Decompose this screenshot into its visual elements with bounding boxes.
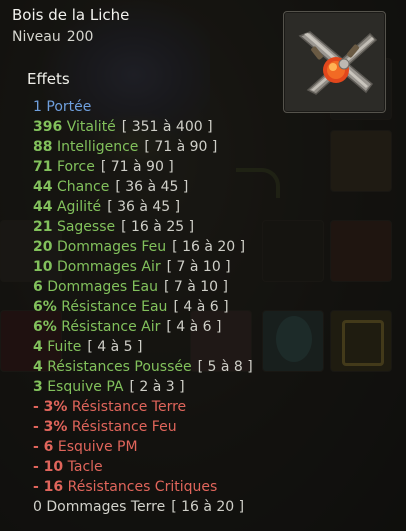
effect-value: 3 bbox=[33, 379, 43, 395]
effect-value: 6% bbox=[33, 299, 57, 315]
effect-label: Résistances Poussée bbox=[47, 359, 192, 375]
effect-label: Agilité bbox=[56, 199, 102, 215]
effect-range: [ 351 à 400 ] bbox=[121, 119, 213, 135]
effect-row: 44 Chance [ 36 à 45 ] bbox=[33, 177, 253, 197]
effect-label: Dommages Eau bbox=[47, 279, 158, 295]
effect-range: [ 4 à 6 ] bbox=[166, 319, 222, 335]
effect-label: Résistance Feu bbox=[71, 419, 177, 435]
item-level: Niveau 200 bbox=[12, 29, 93, 45]
effect-range: [ 2 à 3 ] bbox=[129, 379, 185, 395]
effect-range: [ 16 à 20 ] bbox=[172, 239, 246, 255]
item-image bbox=[283, 11, 386, 113]
effect-value: 6% bbox=[33, 319, 57, 335]
effects-list: 1 Portée 396 Vitalité [ 351 à 400 ] 88 Inte… bbox=[33, 97, 253, 517]
effect-row: 3 Esquive PA [ 2 à 3 ] bbox=[33, 377, 253, 397]
effect-value: 4 bbox=[33, 339, 43, 355]
effect-label: Sagesse bbox=[56, 219, 116, 235]
effect-row: - 10 Tacle bbox=[33, 457, 253, 477]
effect-value: 71 bbox=[33, 159, 53, 175]
effect-row: 0 Dommages Terre [ 16 à 20 ] bbox=[33, 497, 253, 517]
effect-value: 44 bbox=[33, 199, 53, 215]
effect-range: [ 16 à 25 ] bbox=[121, 219, 195, 235]
effect-value: - 6 bbox=[33, 439, 54, 455]
effect-range: [ 71 à 90 ] bbox=[144, 139, 218, 155]
effect-row: - 3% Résistance Feu bbox=[33, 417, 253, 437]
item-tooltip-scene: Bois de la Liche Niveau 200 Effets 1 Por… bbox=[0, 0, 406, 531]
effect-label: Dommages Feu bbox=[56, 239, 167, 255]
effect-label: Dommages Terre bbox=[46, 499, 166, 515]
effect-row: 6% Résistance Air [ 4 à 6 ] bbox=[33, 317, 253, 337]
effect-row: 4 Fuite [ 4 à 5 ] bbox=[33, 337, 253, 357]
effect-label: Dommages Air bbox=[56, 259, 161, 275]
effect-label: Résistance Air bbox=[61, 319, 161, 335]
effect-row: 396 Vitalité [ 351 à 400 ] bbox=[33, 117, 253, 137]
effect-value: 396 bbox=[33, 119, 63, 135]
effect-label: Résistance Terre bbox=[71, 399, 187, 415]
effect-value: 88 bbox=[33, 139, 53, 155]
item-level-label: Niveau bbox=[12, 29, 61, 45]
effect-row: 21 Sagesse [ 16 à 25 ] bbox=[33, 217, 253, 237]
effect-range: [ 71 à 90 ] bbox=[100, 159, 174, 175]
effect-label: Esquive PM bbox=[57, 439, 138, 455]
effect-row: 6% Résistance Eau [ 4 à 6 ] bbox=[33, 297, 253, 317]
crossed-wooden-blade-with-fire-orb-icon bbox=[298, 31, 378, 95]
effect-row: 20 Dommages Feu [ 16 à 20 ] bbox=[33, 237, 253, 257]
effect-label: Fuite bbox=[47, 339, 82, 355]
effect-range: [ 5 à 8 ] bbox=[197, 359, 253, 375]
effect-value: 4 bbox=[33, 359, 43, 375]
effect-row: 44 Agilité [ 36 à 45 ] bbox=[33, 197, 253, 217]
effect-value: 10 bbox=[33, 259, 53, 275]
effect-range: [ 36 à 45 ] bbox=[115, 179, 189, 195]
effect-row: 4 Résistances Poussée [ 5 à 8 ] bbox=[33, 357, 253, 377]
effect-range: [ 7 à 10 ] bbox=[166, 259, 231, 275]
effect-row: - 16 Résistances Critiques bbox=[33, 477, 253, 497]
effect-label: Portée bbox=[46, 99, 92, 115]
item-name: Bois de la Liche bbox=[12, 6, 130, 24]
item-tooltip: Bois de la Liche Niveau 200 Effets 1 Por… bbox=[0, 0, 406, 531]
effect-value: - 3% bbox=[33, 419, 68, 435]
effect-row: 71 Force [ 71 à 90 ] bbox=[33, 157, 253, 177]
effect-value: 0 bbox=[33, 499, 42, 515]
effect-value: 44 bbox=[33, 179, 53, 195]
effect-range: [ 4 à 5 ] bbox=[87, 339, 143, 355]
effect-row: 10 Dommages Air [ 7 à 10 ] bbox=[33, 257, 253, 277]
effect-label: Résistance Eau bbox=[61, 299, 168, 315]
effect-value: 6 bbox=[33, 279, 43, 295]
effect-range: [ 16 à 20 ] bbox=[171, 499, 245, 515]
effect-label: Esquive PA bbox=[47, 379, 124, 395]
effect-label: Résistances Critiques bbox=[67, 479, 218, 495]
effect-value: 21 bbox=[33, 219, 53, 235]
effect-value: - 10 bbox=[33, 459, 64, 475]
effect-row: 1 Portée bbox=[33, 97, 253, 117]
effect-label: Intelligence bbox=[56, 139, 139, 155]
effect-label: Force bbox=[56, 159, 95, 175]
effect-row: - 6 Esquive PM bbox=[33, 437, 253, 457]
effect-value: - 3% bbox=[33, 399, 68, 415]
effect-range: [ 4 à 6 ] bbox=[173, 299, 229, 315]
effect-label: Chance bbox=[56, 179, 110, 195]
effect-row: 88 Intelligence [ 71 à 90 ] bbox=[33, 137, 253, 157]
effect-value: 20 bbox=[33, 239, 53, 255]
effect-row: 6 Dommages Eau [ 7 à 10 ] bbox=[33, 277, 253, 297]
effect-row: - 3% Résistance Terre bbox=[33, 397, 253, 417]
effect-range: [ 36 à 45 ] bbox=[107, 199, 181, 215]
item-level-value: 200 bbox=[66, 29, 94, 45]
effect-label: Tacle bbox=[67, 459, 103, 475]
effect-range: [ 7 à 10 ] bbox=[163, 279, 228, 295]
effect-value: 1 bbox=[33, 99, 42, 115]
effect-label: Vitalité bbox=[66, 119, 116, 135]
effects-title: Effets bbox=[27, 70, 70, 88]
effect-value: - 16 bbox=[33, 479, 64, 495]
